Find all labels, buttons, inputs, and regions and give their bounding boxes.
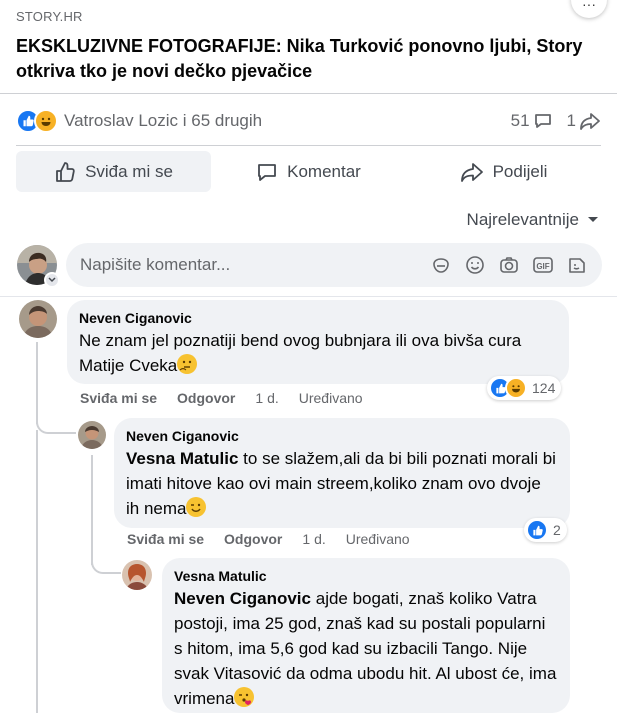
comment-edited[interactable]: Uređivano [346, 531, 410, 547]
comment-button[interactable]: Komentar [211, 151, 406, 192]
wink-emoji-icon [186, 497, 207, 517]
comment-bubble: Vesna Matulic Neven Ciganovic ajde bogat… [162, 558, 570, 713]
avatar[interactable] [122, 560, 152, 590]
share-arrow-icon [580, 113, 600, 130]
comment-input-box: GIF [66, 243, 602, 287]
share-button-label: Podijeli [492, 161, 548, 181]
comment-reactions[interactable]: 124 [487, 376, 562, 400]
comment-actions: Sviđa mi se Odgovor 1 d. Uređivano [127, 531, 410, 547]
sort-dropdown[interactable]: Najrelevantnije [467, 210, 599, 230]
thread-line [36, 430, 38, 713]
sort-label: Najrelevantnije [466, 210, 579, 229]
comment-reply-link[interactable]: Odgovor [224, 531, 282, 547]
comment-mention[interactable]: Vesna Matulic [126, 449, 238, 468]
haha-icon [505, 377, 527, 399]
reaction-count: 124 [532, 380, 556, 396]
link-headline[interactable]: EKSKLUZIVNE FOTOGRAFIJE: Nika Turković p… [16, 34, 596, 84]
comment-bubble: Neven Ciganovic Ne znam jel poznatiji be… [67, 300, 569, 384]
comment-author[interactable]: Neven Ciganovic [79, 308, 557, 328]
comment-bubble-icon [534, 114, 551, 128]
post-actions: Sviđa mi se Komentar Podijeli [16, 151, 601, 192]
comment-text: Vesna Matulic to se slažem,ali da bi bil… [126, 446, 558, 521]
like-icon [526, 519, 548, 541]
sticker-icon[interactable] [430, 254, 452, 276]
shares-count-value: 1 [566, 111, 576, 130]
comment-like-link[interactable]: Sviđa mi se [127, 531, 204, 547]
share-icon [460, 162, 483, 182]
comment-button-label: Komentar [287, 161, 361, 181]
composer-icons: GIF [430, 254, 588, 276]
comment-actions: Sviđa mi se Odgovor 1 d. Uređivano [80, 390, 363, 406]
divider [0, 296, 617, 297]
share-button[interactable]: Podijeli [406, 151, 601, 192]
gif-icon[interactable]: GIF [532, 254, 554, 276]
kiss-emoji-icon [234, 687, 255, 707]
thread-connector [36, 410, 76, 434]
comment-author[interactable]: Neven Ciganovic [126, 426, 558, 446]
counts: 51 1 [511, 111, 601, 131]
comment-like-link[interactable]: Sviđa mi se [80, 390, 157, 406]
comment-mention[interactable]: Neven Ciganovic [174, 589, 311, 608]
link-source: STORY.HR [16, 9, 83, 24]
divider [0, 93, 617, 94]
thread-connector [91, 550, 121, 574]
comment-icon [258, 163, 277, 181]
svg-text:GIF: GIF [536, 262, 549, 271]
like-button-label: Sviđa mi se [85, 161, 173, 181]
reactions-summary: Vatroslav Lozic i 65 drugih 51 1 [16, 106, 601, 136]
comment-reply-link[interactable]: Odgovor [177, 390, 235, 406]
avatar[interactable] [19, 300, 57, 338]
chevron-down-icon [44, 272, 60, 288]
comment-time[interactable]: 1 d. [302, 531, 325, 547]
comment-body: Ne znam jel poznatiji bend ovog bubnjara… [79, 331, 522, 375]
emoji-icon[interactable] [464, 254, 486, 276]
avatar-sticker-icon[interactable] [566, 254, 588, 276]
shares-count[interactable]: 1 [567, 111, 601, 131]
comments-count[interactable]: 51 [511, 111, 553, 131]
comment-bubble: Neven Ciganovic Vesna Matulic to se slaž… [114, 418, 570, 528]
thinking-emoji-icon [177, 354, 198, 374]
link-preview[interactable]: STORY.HR EKSKLUZIVNE FOTOGRAFIJE: Nika T… [0, 0, 617, 93]
avatar[interactable] [78, 421, 106, 449]
like-button[interactable]: Sviđa mi se [16, 151, 211, 192]
comment-text: Neven Ciganovic ajde bogati, znaš koliko… [174, 586, 558, 711]
thread-line [91, 455, 93, 565]
comment-composer: GIF [17, 243, 602, 288]
comment-author[interactable]: Vesna Matulic [174, 566, 558, 586]
avatar[interactable] [17, 245, 60, 288]
comments-count-value: 51 [510, 111, 530, 130]
comment-text: Ne znam jel poznatiji bend ovog bubnjara… [79, 328, 557, 378]
comment-edited[interactable]: Uređivano [299, 390, 363, 406]
divider [16, 145, 601, 146]
reactions-summary-left[interactable]: Vatroslav Lozic i 65 drugih [16, 109, 262, 133]
comment-input[interactable] [80, 255, 430, 275]
comment-time[interactable]: 1 d. [255, 390, 278, 406]
haha-icon [34, 109, 58, 133]
comment-reactions[interactable]: 2 [524, 518, 567, 542]
reaction-count: 2 [553, 522, 561, 538]
camera-icon[interactable] [498, 254, 520, 276]
thumbs-up-icon [56, 161, 75, 182]
reactions-text: Vatroslav Lozic i 65 drugih [64, 111, 263, 130]
caret-down-icon [588, 217, 598, 222]
reaction-icons [16, 109, 58, 133]
